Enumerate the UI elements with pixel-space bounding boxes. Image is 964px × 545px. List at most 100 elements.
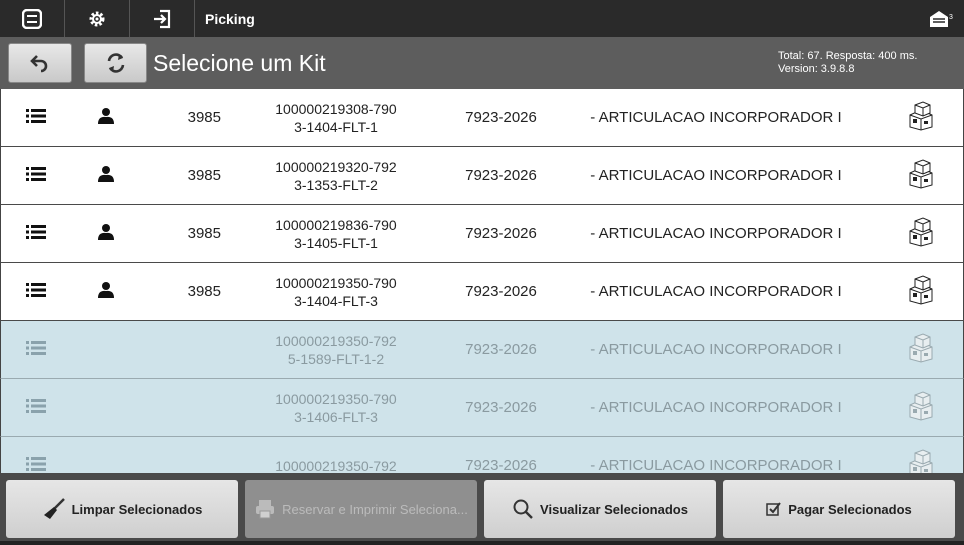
table-row[interactable]: 3985 100000219320-792 3-1353-FLT-2 7923-… <box>0 147 964 205</box>
login-button[interactable] <box>130 0 195 37</box>
row-user <box>71 223 141 245</box>
notification-button[interactable]: 3 <box>918 0 964 37</box>
row-description: - ARTICULACAO INCORPORADOR I <box>590 109 842 126</box>
row-code-line2: 3-1405-FLT-1 <box>294 234 378 251</box>
row-code-line1: 100000219350-792 <box>275 332 397 349</box>
table-row[interactable]: 100000219350-792 5-1589-FLT-1-2 7923-202… <box>0 321 964 379</box>
boxes-icon <box>906 332 936 367</box>
response-info: Total: 67. Resposta: 400 ms. <box>778 50 918 62</box>
row-boxes-button[interactable] <box>881 216 961 251</box>
row-user <box>71 165 141 187</box>
row-details-button[interactable] <box>1 456 71 474</box>
view-selected-label: Visualizar Selecionados <box>540 501 688 517</box>
reserve-print-button[interactable]: Reservar e Imprimir Seleciona... <box>245 480 477 538</box>
table-row[interactable]: 3985 100000219308-790 3-1404-FLT-1 7923-… <box>0 89 964 147</box>
row-boxes-button[interactable] <box>881 100 961 135</box>
settings-button[interactable] <box>65 0 130 37</box>
clear-selected-label: Limpar Selecionados <box>71 501 203 517</box>
list-icon <box>26 456 46 474</box>
view-selected-button[interactable]: Visualizar Selecionados <box>484 480 716 538</box>
version-info: Version: 3.9.8.8 <box>778 63 855 75</box>
list-icon <box>22 8 42 29</box>
row-details-button[interactable] <box>1 224 71 244</box>
app-title: Picking <box>205 10 255 27</box>
boxes-icon <box>906 390 936 425</box>
row-boxes-button[interactable] <box>881 274 961 309</box>
status-info: Total: 67. Resposta: 400 ms. Version: 3.… <box>778 50 958 76</box>
refresh-button[interactable] <box>84 43 147 83</box>
checkbox-icon <box>766 502 782 516</box>
row-code: 100000219350-792 5-1589-FLT-1-2 <box>221 332 451 368</box>
row-details-button[interactable] <box>1 282 71 302</box>
kit-list[interactable]: 3985 100000219308-790 3-1404-FLT-1 7923-… <box>0 89 964 473</box>
footer-toolbar: Limpar Selecionados Reservar e Imprimir … <box>0 473 964 545</box>
list-icon <box>26 282 46 302</box>
row-code-line1: 100000219350-790 <box>275 390 397 407</box>
row-details-button[interactable] <box>1 340 71 360</box>
menu-button[interactable] <box>0 0 65 37</box>
row-user <box>71 281 141 303</box>
reserve-print-label: Reservar e Imprimir Seleciona... <box>282 501 468 517</box>
table-row[interactable]: 100000219350-790 3-1406-FLT-3 7923-2026 … <box>0 379 964 437</box>
row-boxes-button[interactable] <box>881 390 961 425</box>
printer-icon <box>256 500 275 519</box>
user-icon <box>97 223 115 245</box>
row-code-line1: 100000219320-792 <box>275 158 397 175</box>
row-number: 3985 <box>187 109 221 126</box>
row-date: 7923-2026 <box>465 225 537 242</box>
row-code: 100000219320-792 3-1353-FLT-2 <box>221 158 451 194</box>
row-code: 100000219350-792 <box>221 457 451 474</box>
row-user <box>71 107 141 129</box>
boxes-icon <box>906 274 936 309</box>
row-date: 7923-2026 <box>465 457 537 473</box>
notification-count: 3 <box>949 14 953 21</box>
gear-icon <box>89 11 105 26</box>
row-description: - ARTICULACAO INCORPORADOR I <box>590 283 842 300</box>
page-title: Selecione um Kit <box>153 49 326 76</box>
pay-selected-label: Pagar Selecionados <box>788 501 912 517</box>
row-code-line2: 5-1589-FLT-1-2 <box>287 350 385 367</box>
row-date: 7923-2026 <box>465 283 537 300</box>
row-date: 7923-2026 <box>465 109 537 126</box>
row-code-line1: 100000219308-790 <box>275 100 397 117</box>
row-description: - ARTICULACAO INCORPORADOR I <box>590 457 842 473</box>
pay-selected-button[interactable]: Pagar Selecionados <box>723 480 955 538</box>
row-boxes-button[interactable] <box>881 158 961 193</box>
row-code: 100000219350-790 3-1406-FLT-3 <box>221 390 451 426</box>
table-row[interactable]: 100000219350-792 7923-2026 - ARTICULACAO… <box>0 437 964 473</box>
user-icon <box>97 281 115 303</box>
row-code: 100000219350-790 3-1404-FLT-3 <box>221 274 451 310</box>
login-icon <box>154 9 171 28</box>
row-details-button[interactable] <box>1 398 71 418</box>
search-icon <box>513 499 533 519</box>
back-button[interactable] <box>8 43 72 83</box>
list-icon <box>26 108 46 128</box>
table-row[interactable]: 3985 100000219350-790 3-1404-FLT-3 7923-… <box>0 263 964 321</box>
row-code-line2: 3-1404-FLT-3 <box>294 292 378 309</box>
row-date: 7923-2026 <box>465 399 537 416</box>
row-number: 3985 <box>187 225 221 242</box>
row-number: 3985 <box>187 283 221 300</box>
envelope-icon: 3 <box>930 10 953 27</box>
page-header: Selecione um Kit Total: 67. Resposta: 40… <box>0 37 964 89</box>
broom-icon <box>43 498 65 519</box>
table-row[interactable]: 3985 100000219836-790 3-1405-FLT-1 7923-… <box>0 205 964 263</box>
clear-selected-button[interactable]: Limpar Selecionados <box>6 480 238 538</box>
row-description: - ARTICULACAO INCORPORADOR I <box>590 399 842 416</box>
bottom-border <box>0 541 964 545</box>
row-boxes-button[interactable] <box>881 448 961 473</box>
row-code-line1: 100000219350-792 <box>275 457 397 474</box>
row-description: - ARTICULACAO INCORPORADOR I <box>590 225 842 242</box>
user-icon <box>97 107 115 129</box>
refresh-icon <box>107 53 124 73</box>
row-code-line2: 3-1404-FLT-1 <box>294 118 378 135</box>
row-details-button[interactable] <box>1 166 71 186</box>
row-date: 7923-2026 <box>465 341 537 358</box>
list-icon <box>26 398 46 418</box>
boxes-icon <box>906 158 936 193</box>
row-details-button[interactable] <box>1 108 71 128</box>
undo-icon <box>30 55 48 73</box>
boxes-icon <box>906 100 936 135</box>
row-boxes-button[interactable] <box>881 332 961 367</box>
row-date: 7923-2026 <box>465 167 537 184</box>
